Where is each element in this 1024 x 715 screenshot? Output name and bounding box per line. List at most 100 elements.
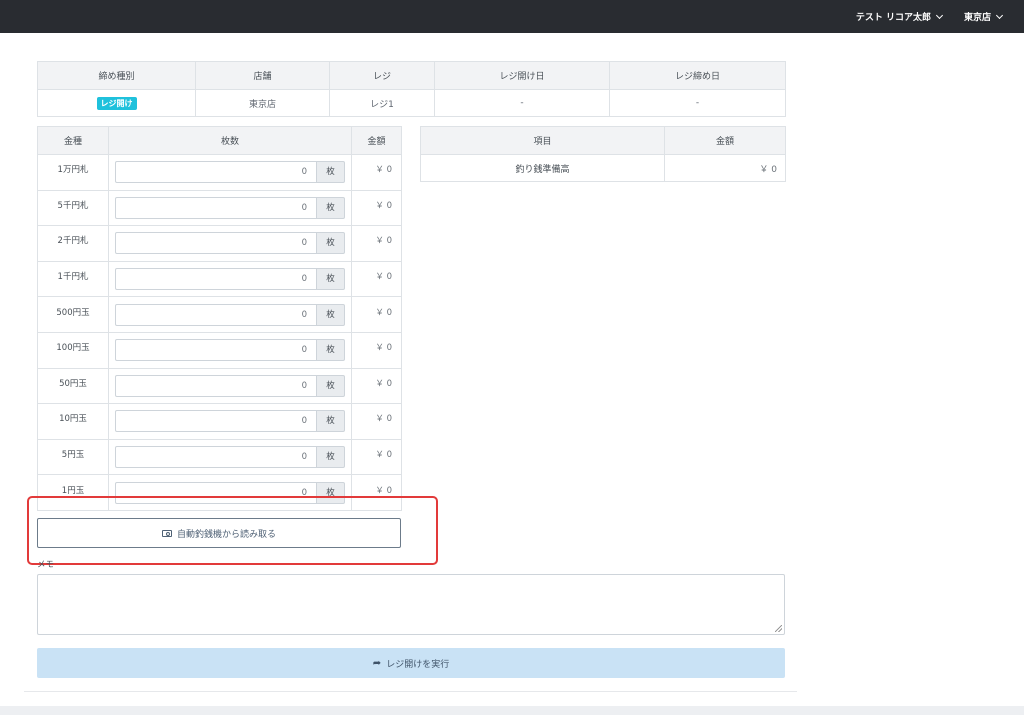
amount-value: ￥ 0: [351, 474, 402, 511]
open-register-label: レジ開けを実行: [386, 659, 450, 670]
memo-textarea[interactable]: [37, 574, 785, 635]
unit-addon: 枚: [317, 339, 345, 362]
header-closing-type: 締め種別: [37, 61, 196, 90]
table-row: 1万円札 0枚 ￥ 0: [37, 154, 402, 191]
header-item-amount: 金額: [664, 126, 786, 155]
denomination-label: 10円玉: [37, 403, 109, 440]
amount-value: ￥ 0: [351, 331, 402, 369]
amount-value: ￥ 0: [351, 367, 402, 405]
read-button-label: 自動釣銭機から読み取る: [176, 529, 276, 540]
denomination-label: 5千円札: [37, 189, 109, 227]
amount-value: ￥ 0: [351, 260, 402, 298]
count-input[interactable]: 0: [115, 232, 317, 255]
count-input[interactable]: 0: [115, 161, 317, 184]
count-input-group: 0枚: [115, 481, 345, 504]
open-date-cell: -: [434, 89, 610, 117]
denomination-label: 1円玉: [37, 474, 109, 511]
header-amount: 金額: [351, 126, 402, 155]
amount-value: ￥ 0: [351, 403, 402, 440]
table-row: 5千円札 0枚 ￥ 0: [37, 189, 402, 227]
status-badge: レジ開け: [96, 96, 137, 110]
open-register-button[interactable]: ➦ レジ開けを実行: [37, 648, 785, 678]
chevron-down-icon: [935, 11, 944, 19]
unit-addon: 枚: [317, 374, 345, 397]
chevron-down-icon: [995, 11, 1004, 19]
footer-bar: [0, 706, 1024, 715]
read-from-change-machine-button[interactable]: 自動釣銭機から読み取る: [37, 518, 401, 548]
denomination-label: 50円玉: [37, 367, 109, 405]
register-cell: レジ1: [329, 89, 435, 117]
amount-value: ￥ 0: [351, 438, 402, 476]
count-input[interactable]: 0: [115, 196, 317, 219]
count-input[interactable]: 0: [115, 481, 317, 504]
header-store: 店舗: [195, 61, 330, 90]
count-input-group: 0枚: [115, 196, 345, 219]
cash-icon: [161, 529, 172, 537]
user-menu[interactable]: テスト リコア太郎: [855, 10, 944, 23]
divider: [24, 691, 797, 692]
header-count: 枚数: [108, 126, 352, 155]
count-input-group: 0枚: [115, 410, 345, 433]
amount-value: ￥ 0: [351, 296, 402, 333]
top-navbar: テスト リコア太郎 東京店: [0, 0, 1024, 33]
user-name: テスト リコア太郎: [855, 13, 931, 23]
count-input[interactable]: 0: [115, 446, 317, 469]
table-row: 100円玉 0枚 ￥ 0: [37, 331, 402, 369]
table-row: 5円玉 0枚 ￥ 0: [37, 438, 402, 476]
count-input[interactable]: 0: [115, 268, 317, 291]
store-name: 東京店: [963, 13, 991, 23]
unit-addon: 枚: [317, 268, 345, 291]
amount-value: ￥ 0: [351, 154, 402, 191]
count-input[interactable]: 0: [115, 303, 317, 326]
table-row: 10円玉 0枚 ￥ 0: [37, 403, 402, 440]
count-input-group: 0枚: [115, 446, 345, 469]
count-input-group: 0枚: [115, 374, 345, 397]
table-row: 釣り銭準備高 ￥ 0: [420, 154, 786, 182]
header-register: レジ: [329, 61, 435, 90]
unit-addon: 枚: [317, 410, 345, 433]
items-table: 項目 金額 釣り銭準備高 ￥ 0: [420, 126, 786, 182]
unit-addon: 枚: [317, 303, 345, 326]
denomination-label: 100円玉: [37, 331, 109, 369]
count-input[interactable]: 0: [115, 339, 317, 362]
unit-addon: 枚: [317, 481, 345, 504]
denomination-label: 5円玉: [37, 438, 109, 476]
denomination-label: 2千円札: [37, 225, 109, 262]
item-amount: ￥ 0: [664, 154, 786, 182]
item-label: 釣り銭準備高: [420, 154, 665, 182]
unit-addon: 枚: [317, 161, 345, 184]
memo-label: メモ: [37, 560, 55, 570]
count-input-group: 0枚: [115, 268, 345, 291]
close-date-cell: -: [609, 89, 786, 117]
count-input-group: 0枚: [115, 303, 345, 326]
header-open-date: レジ開け日: [434, 61, 610, 90]
denomination-label: 500円玉: [37, 296, 109, 333]
store-cell: 東京店: [195, 89, 330, 117]
count-input-group: 0枚: [115, 161, 345, 184]
header-denomination: 金種: [37, 126, 109, 155]
table-row: 500円玉 0枚 ￥ 0: [37, 296, 402, 333]
unit-addon: 枚: [317, 196, 345, 219]
table-row: 1円玉 0枚 ￥ 0: [37, 474, 402, 511]
store-menu[interactable]: 東京店: [963, 10, 1004, 23]
header-item: 項目: [420, 126, 665, 155]
unit-addon: 枚: [317, 232, 345, 255]
closing-type-cell: レジ開け: [37, 89, 196, 117]
unit-addon: 枚: [317, 446, 345, 469]
count-input[interactable]: 0: [115, 410, 317, 433]
count-input-group: 0枚: [115, 232, 345, 255]
table-row: 2千円札 0枚 ￥ 0: [37, 225, 402, 262]
resize-grip-icon[interactable]: [775, 625, 782, 632]
amount-value: ￥ 0: [351, 189, 402, 227]
count-input-group: 0枚: [115, 339, 345, 362]
header-close-date: レジ締め日: [609, 61, 786, 90]
amount-value: ￥ 0: [351, 225, 402, 262]
denomination-label: 1千円札: [37, 260, 109, 298]
count-input[interactable]: 0: [115, 374, 317, 397]
table-row: 1千円札 0枚 ￥ 0: [37, 260, 402, 298]
cash-count-table: 金種 枚数 金額 1万円札 0枚 ￥ 0 5千円札 0枚 ￥ 0 2千円札 0枚…: [37, 126, 402, 511]
register-summary-table: 締め種別 店舗 レジ レジ開け日 レジ締め日 レジ開け 東京店 レジ1 - -: [37, 61, 786, 117]
denomination-label: 1万円札: [37, 154, 109, 191]
table-row: 50円玉 0枚 ￥ 0: [37, 367, 402, 405]
share-arrow-icon: ➦: [372, 657, 382, 669]
